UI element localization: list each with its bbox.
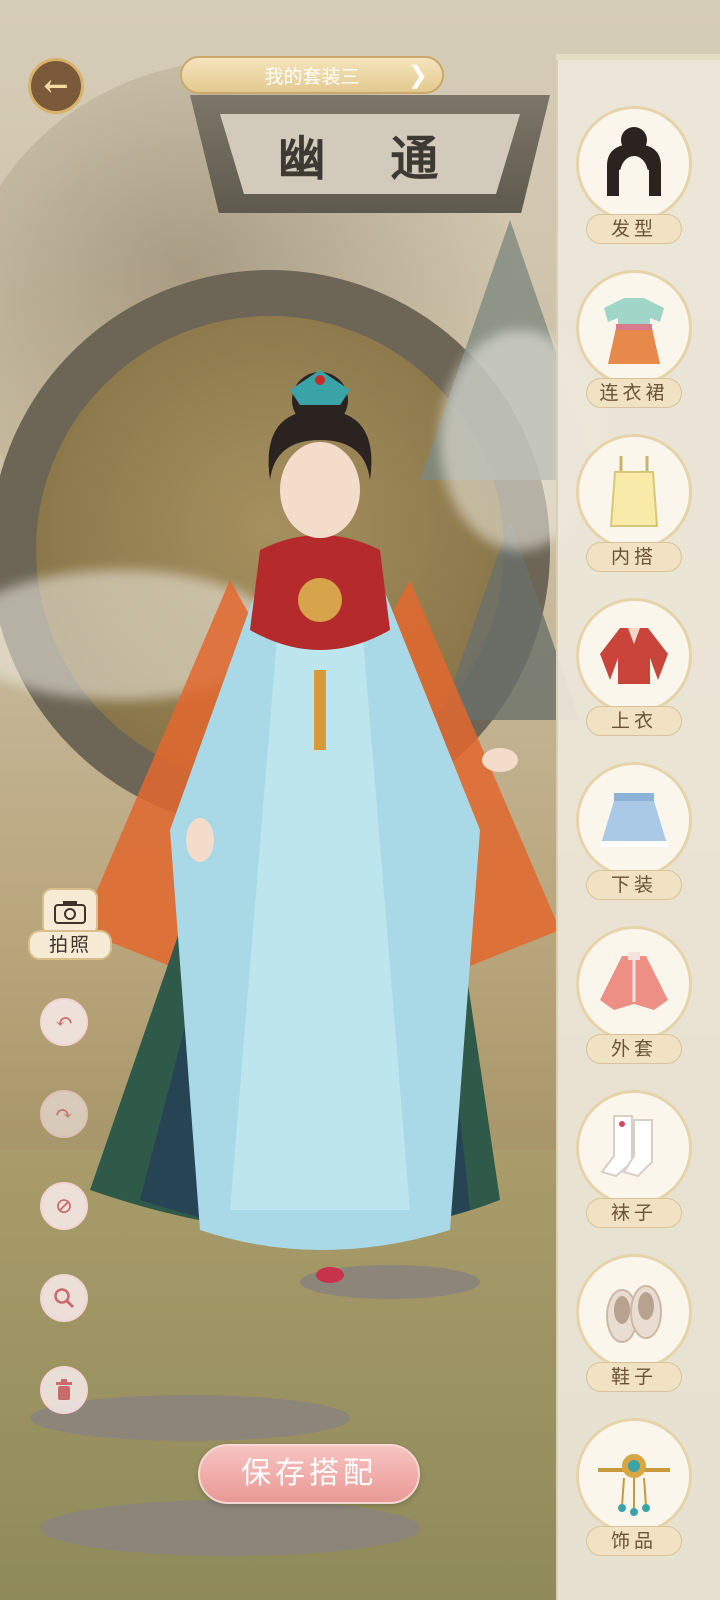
top-icon (600, 628, 668, 684)
socks-icon (600, 1115, 653, 1178)
category-label: 饰品 (586, 1526, 682, 1556)
zoom-icon (54, 1288, 75, 1309)
category-badge (576, 926, 692, 1042)
category-badge (576, 270, 692, 386)
category-badge (576, 434, 692, 550)
category-label: 袜子 (586, 1198, 682, 1228)
category-badge (576, 762, 692, 878)
category-badge (576, 1254, 692, 1370)
skirt-icon (600, 793, 668, 847)
redo-icon: ↷ (54, 1101, 74, 1127)
category-label: 连衣裙 (586, 378, 682, 408)
back-button[interactable]: ← (28, 58, 84, 114)
category-hairstyle[interactable]: 发型 (572, 106, 696, 256)
category-label: 鞋子 (586, 1362, 682, 1392)
category-accessory[interactable]: 饰品 (572, 1418, 696, 1568)
category-dress[interactable]: 连衣裙 (572, 270, 696, 420)
coat-icon (600, 952, 668, 1010)
innerwear-icon (609, 456, 659, 527)
category-badge (576, 106, 692, 222)
category-label: 发型 (586, 214, 682, 244)
category-innerwear[interactable]: 内搭 (572, 434, 696, 584)
outfit-title: 我的套装三 (264, 65, 360, 88)
category-socks[interactable]: 袜子 (572, 1090, 696, 1240)
shoes-icon (606, 1285, 662, 1343)
chevron-right-icon[interactable]: ❯ (408, 61, 428, 89)
category-shoes[interactable]: 鞋子 (572, 1254, 696, 1404)
photo-button[interactable] (42, 888, 98, 936)
clear-button[interactable]: ⊘ (40, 1182, 88, 1230)
save-outfit-button[interactable]: 保存搭配 (198, 1444, 420, 1504)
trash-icon (56, 1379, 72, 1400)
accessory-icon (598, 1454, 670, 1516)
panel-top-bar (556, 54, 720, 60)
category-badge (576, 1418, 692, 1534)
outfit-selector[interactable]: 我的套装三 ❯ (180, 56, 444, 94)
camera-icon (54, 901, 86, 924)
category-badge (576, 598, 692, 714)
category-label: 上衣 (586, 706, 682, 736)
name-plaque: 幽 通 (190, 95, 550, 213)
zoom-button[interactable] (40, 1274, 88, 1322)
category-top[interactable]: 上衣 (572, 598, 696, 748)
delete-button[interactable] (40, 1366, 88, 1414)
redo-button[interactable]: ↷ (40, 1090, 88, 1138)
undo-icon: ↶ (54, 1009, 74, 1035)
photo-label[interactable]: 拍照 (28, 930, 112, 960)
category-label: 外套 (586, 1034, 682, 1064)
forbid-icon: ⊘ (54, 1193, 74, 1219)
dress-icon (604, 298, 664, 364)
category-coat[interactable]: 外套 (572, 926, 696, 1076)
category-skirt[interactable]: 下装 (572, 762, 696, 912)
stepping-stone (40, 1500, 420, 1556)
undo-button[interactable]: ↶ (40, 998, 88, 1046)
hairstyle-icon (607, 127, 661, 196)
category-label: 内搭 (586, 542, 682, 572)
back-arrow-icon: ← (43, 68, 69, 104)
character-illustration (80, 370, 560, 1283)
category-label: 下装 (586, 870, 682, 900)
category-badge (576, 1090, 692, 1206)
plaque-text: 幽 通 (220, 114, 520, 194)
